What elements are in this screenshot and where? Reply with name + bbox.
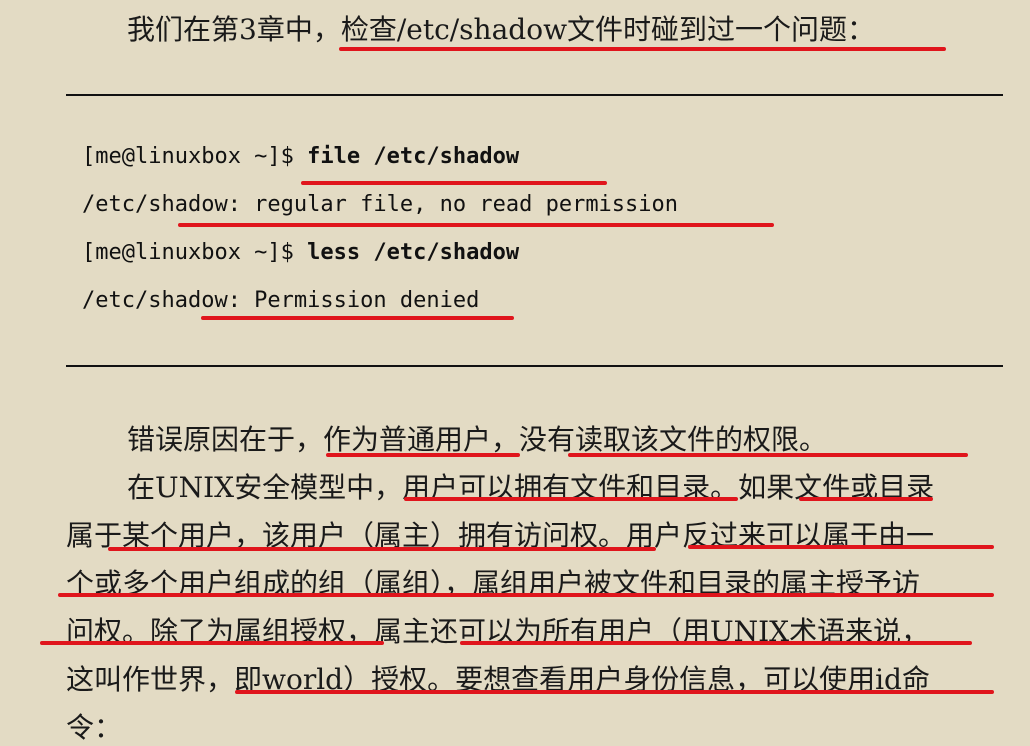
underline-mark [301, 181, 607, 185]
code-line-4: /etc/shadow: Permission denied [82, 288, 480, 313]
paragraph-2-line-6: 令： [66, 711, 123, 744]
intro-text: 我们在第3章中，检查/etc/shadow文件时碰到过一个问题： [127, 13, 876, 46]
code-bottom-rule [66, 365, 1003, 367]
underline-mark [235, 690, 994, 694]
underline-mark [201, 316, 514, 320]
code-line-3: [me@linuxbox ~]$ less /etc/shadow [82, 240, 519, 265]
paragraph-1: 错误原因在于，作为普通用户，没有读取该文件的权限。 [127, 423, 828, 456]
code-line-1: [me@linuxbox ~]$ file /etc/shadow [82, 144, 519, 169]
underline-mark [178, 223, 774, 227]
underline-mark [108, 547, 656, 551]
underline-mark [404, 497, 738, 501]
underline-mark [339, 47, 946, 51]
underline-mark [58, 593, 994, 597]
underline-mark [688, 545, 994, 549]
underline-mark [326, 453, 520, 457]
underline-mark [40, 641, 384, 645]
underline-mark [799, 497, 933, 501]
code-prompt: [me@linuxbox ~]$ [82, 240, 308, 265]
underline-mark [568, 453, 968, 457]
code-line-2: /etc/shadow: regular file, no read permi… [82, 192, 679, 217]
code-prompt: [me@linuxbox ~]$ [82, 144, 308, 169]
code-top-rule [66, 94, 1003, 96]
code-command: less /etc/shadow [307, 240, 520, 265]
code-command: file /etc/shadow [307, 144, 520, 169]
underline-mark [460, 641, 972, 645]
